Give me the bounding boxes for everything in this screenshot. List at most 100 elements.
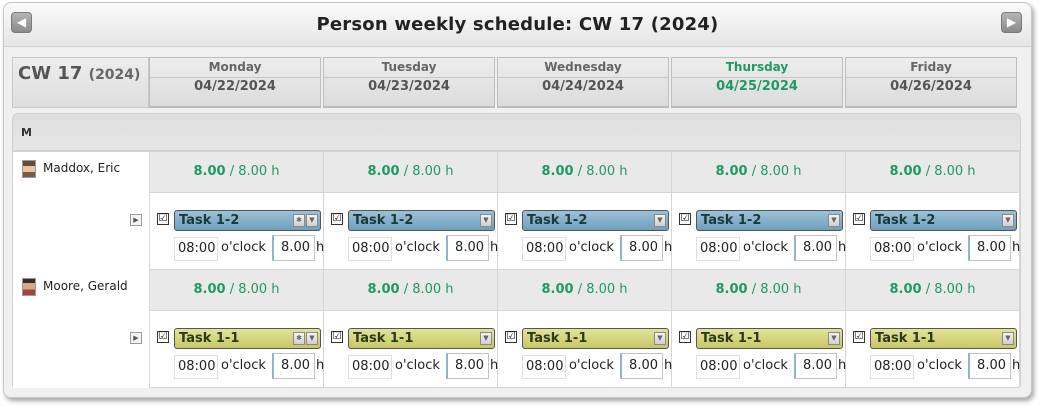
start-time-input[interactable]: 08:00 — [174, 355, 218, 379]
task-checkbox[interactable]: ☑ — [331, 213, 343, 225]
task-checkbox[interactable]: ☑ — [679, 331, 691, 343]
expand-arrow-icon[interactable]: ▶ — [130, 214, 142, 226]
chevron-down-icon[interactable]: ▼ — [1002, 214, 1014, 227]
chevron-down-icon[interactable]: ▼ — [654, 214, 666, 227]
hours-input[interactable]: 8.00 — [272, 353, 315, 379]
task-select[interactable]: Task 1-2 ▼ — [696, 210, 843, 231]
hours-unit: h — [664, 240, 673, 255]
task-checkbox[interactable]: ☑ — [853, 331, 865, 343]
calendar-week-label: CW 17 (2024) — [12, 57, 149, 108]
task-select[interactable]: Task 1-1 ✱ ▼ — [174, 328, 321, 349]
hours-input[interactable]: 8.00 — [968, 235, 1011, 261]
oclock-label: o'clock — [743, 240, 788, 255]
task-cell: ☑ Task 1-2 ▼ 08:00 o'clock 8.00 h — [498, 193, 672, 270]
task-cell: ☑ Task 1-2 ▼ 08:00 o'clock 8.00 h — [846, 193, 1020, 270]
capacity-hours: / 8.00 h — [925, 282, 976, 297]
oclock-label: o'clock — [221, 240, 266, 255]
day-header-thursday[interactable]: Thursday 04/25/2024 — [671, 57, 843, 108]
chevron-down-icon[interactable]: ▼ — [654, 332, 666, 345]
day-header-tuesday[interactable]: Tuesday 04/23/2024 — [323, 57, 495, 108]
hours-input[interactable]: 8.00 — [446, 235, 489, 261]
capacity-hours: / 8.00 h — [577, 282, 628, 297]
chevron-down-icon[interactable]: ▼ — [306, 214, 318, 227]
hours-input[interactable]: 8.00 — [794, 235, 837, 261]
task-name: Task 1-2 — [701, 213, 762, 228]
start-time-input[interactable]: 08:00 — [522, 355, 566, 379]
task-checkbox[interactable]: ☑ — [853, 213, 865, 225]
start-time-input[interactable]: 08:00 — [522, 237, 566, 261]
task-name: Task 1-1 — [353, 331, 414, 346]
task-select[interactable]: Task 1-1 ▼ — [522, 328, 669, 349]
chevron-down-icon[interactable]: ▼ — [306, 332, 318, 345]
hours-input[interactable]: 8.00 — [620, 235, 663, 261]
task-select[interactable]: Task 1-2 ▼ — [870, 210, 1017, 231]
task-cell: ☑ Task 1-1 ▼ 08:00 o'clock 8.00 h — [672, 311, 846, 388]
day-date: 04/24/2024 — [542, 79, 624, 94]
day-date: 04/23/2024 — [368, 79, 450, 94]
hours-unit: h — [316, 358, 325, 373]
hours-input[interactable]: 8.00 — [968, 353, 1011, 379]
daily-hours-summary: 8.00 / 8.00 h — [846, 152, 1020, 193]
task-select[interactable]: Task 1-2 ▼ — [348, 210, 495, 231]
hours-unit: h — [490, 358, 499, 373]
chevron-down-icon[interactable]: ▼ — [1002, 332, 1014, 345]
task-checkbox[interactable]: ☑ — [331, 331, 343, 343]
day-header-friday[interactable]: Friday 04/26/2024 — [845, 57, 1017, 108]
task-checkbox[interactable]: ☑ — [505, 213, 517, 225]
task-name: Task 1-2 — [875, 213, 936, 228]
hours-input[interactable]: 8.00 — [794, 353, 837, 379]
daily-hours-summary: 8.00 / 8.00 h — [150, 152, 324, 193]
person-name[interactable]: Maddox, Eric — [43, 161, 120, 175]
start-time-input[interactable]: 08:00 — [174, 237, 218, 261]
task-select[interactable]: Task 1-1 ▼ — [696, 328, 843, 349]
oclock-label: o'clock — [743, 358, 788, 373]
chevron-down-icon[interactable]: ▼ — [828, 214, 840, 227]
avatar — [22, 160, 36, 178]
chevron-down-icon[interactable]: ▼ — [480, 332, 492, 345]
hours-input[interactable]: 8.00 — [272, 235, 315, 261]
capacity-hours: / 8.00 h — [751, 282, 802, 297]
task-name: Task 1-2 — [353, 213, 414, 228]
start-time-input[interactable]: 08:00 — [870, 355, 914, 379]
chevron-down-icon[interactable]: ▼ — [828, 332, 840, 345]
group-header[interactable]: M — [12, 113, 1021, 151]
page-title: Person weekly schedule: CW 17 (2024) — [316, 14, 719, 35]
options-icon[interactable]: ✱ — [293, 214, 305, 227]
task-checkbox[interactable]: ☑ — [679, 213, 691, 225]
task-checkbox[interactable]: ☑ — [157, 213, 169, 225]
options-icon[interactable]: ✱ — [293, 332, 305, 345]
hours-unit: h — [838, 240, 847, 255]
daily-hours-summary: 8.00 / 8.00 h — [846, 270, 1020, 311]
persons-grid: Maddox, Eric ▶ 8.00 / 8.00 h ☑ Task 1-2 ✱ ▼ 08:… — [12, 151, 1021, 388]
hours-input[interactable]: 8.00 — [446, 353, 489, 379]
task-select[interactable]: Task 1-2 ✱ ▼ — [174, 210, 321, 231]
chevron-down-icon[interactable]: ▼ — [480, 214, 492, 227]
start-time-input[interactable]: 08:00 — [348, 355, 392, 379]
arrow-right-icon: ▶ — [1006, 15, 1017, 29]
oclock-label: o'clock — [221, 358, 266, 373]
hours-unit: h — [490, 240, 499, 255]
person-name[interactable]: Moore, Gerald — [43, 279, 128, 293]
task-name: Task 1-2 — [179, 213, 240, 228]
expand-arrow-icon[interactable]: ▶ — [130, 332, 142, 344]
day-header-wednesday[interactable]: Wednesday 04/24/2024 — [497, 57, 669, 108]
start-time-input[interactable]: 08:00 — [348, 237, 392, 261]
start-time-input[interactable]: 08:00 — [696, 355, 740, 379]
task-name: Task 1-1 — [527, 331, 588, 346]
task-checkbox[interactable]: ☑ — [505, 331, 517, 343]
next-week-button[interactable]: ▶ — [1001, 12, 1022, 33]
task-name: Task 1-1 — [875, 331, 936, 346]
task-select[interactable]: Task 1-1 ▼ — [870, 328, 1017, 349]
hours-input[interactable]: 8.00 — [620, 353, 663, 379]
capacity-hours: / 8.00 h — [229, 282, 280, 297]
day-header-monday[interactable]: Monday 04/22/2024 — [149, 57, 321, 108]
task-select[interactable]: Task 1-1 ▼ — [348, 328, 495, 349]
capacity-hours: / 8.00 h — [403, 164, 454, 179]
capacity-hours: / 8.00 h — [403, 282, 454, 297]
week-year: (2024) — [88, 67, 141, 83]
start-time-input[interactable]: 08:00 — [870, 237, 914, 261]
task-checkbox[interactable]: ☑ — [157, 331, 169, 343]
person-cell: Maddox, Eric ▶ — [13, 152, 150, 270]
start-time-input[interactable]: 08:00 — [696, 237, 740, 261]
task-select[interactable]: Task 1-2 ▼ — [522, 210, 669, 231]
